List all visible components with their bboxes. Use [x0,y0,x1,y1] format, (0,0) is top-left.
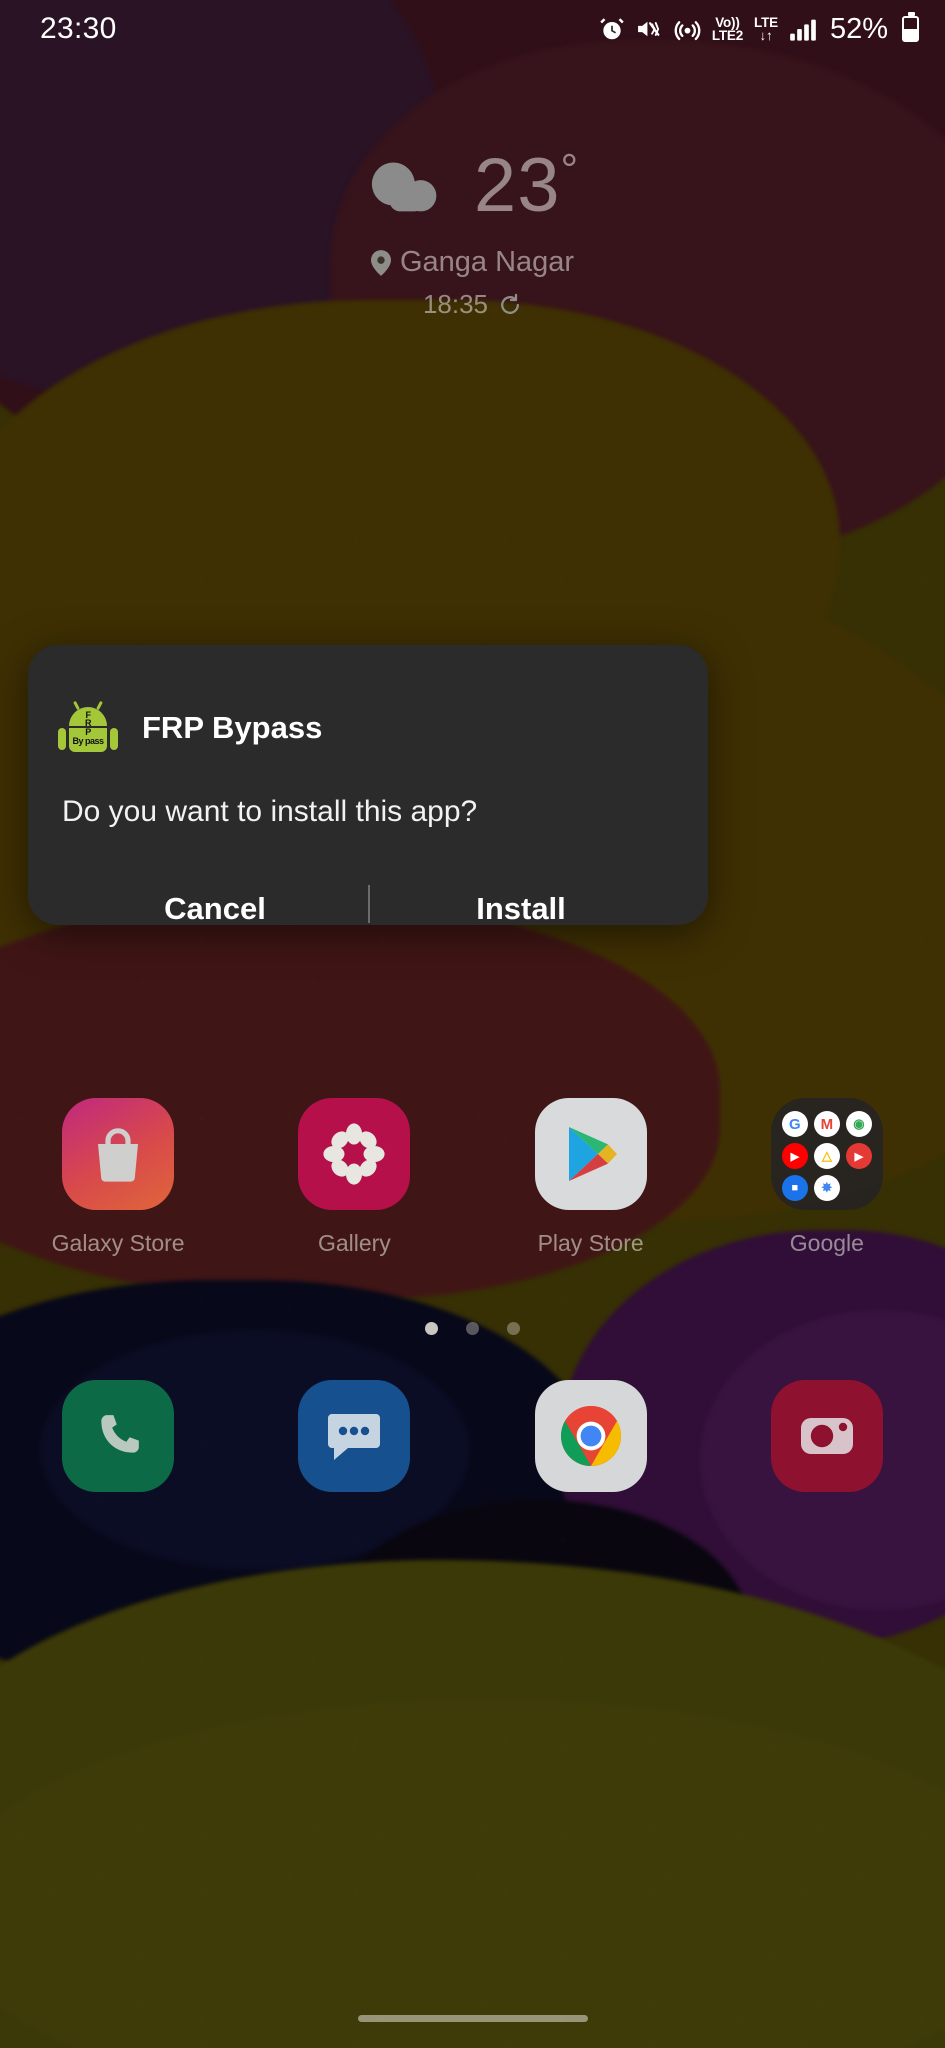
dock-item-messages[interactable] [236,1380,472,1492]
dialog-actions: Cancel Install [62,881,674,937]
weather-location-label: Ganga Nagar [399,246,575,278]
mini-icon-meet: ■ [781,1175,808,1201]
cancel-button[interactable]: Cancel [62,881,368,937]
overlay-line-4: By pass [72,735,104,746]
volte-bottom-label: LTE2 [711,28,744,43]
lte-label: LTE [754,14,778,30]
status-bar: 23:30 Vo)) LTE2 LTE ↓↑ 52% [0,0,945,58]
navigation-bar [0,1988,945,2048]
battery-icon [902,12,919,42]
app-label: Gallery [317,1230,391,1256]
gallery-icon[interactable] [298,1098,411,1210]
galaxy-store-icon[interactable] [62,1098,175,1210]
cloud-icon [371,162,437,212]
play-triangle-glyph [568,1127,617,1181]
page-dot-1[interactable] [425,1322,438,1335]
chrome-icon[interactable] [534,1380,647,1492]
mini-icon-gmail: M [813,1111,840,1137]
dialog-header: F R P By pass FRP Bypass [58,700,674,755]
app-label: Google [789,1230,864,1256]
messages-icon[interactable] [298,1380,411,1492]
weather-updated[interactable]: 18:35 [0,289,945,320]
dock-item-chrome[interactable] [473,1380,709,1492]
degree-symbol: ° [560,145,580,195]
weather-location: Ganga Nagar [0,246,945,279]
volte-icon: Vo)) LTE2 [711,14,744,43]
app-item-play-store[interactable]: Play Store [473,1098,709,1257]
mini-icon-photos: ✸ [813,1175,840,1201]
temperature-value: 23 [473,143,561,228]
app-label: Play Store [537,1230,644,1256]
status-clock: 23:30 [40,12,117,45]
phone-glyph [101,1415,139,1453]
dock [0,1380,945,1492]
shopping-bag-glyph [98,1128,139,1182]
android-home-screen: 23:30 Vo)) LTE2 LTE ↓↑ 52% 23° Ganga Nag… [0,0,945,2048]
weather-widget[interactable]: 23° Ganga Nagar 18:35 [0,148,945,320]
battery-fill [904,28,917,40]
app-label: Galaxy Store [51,1230,185,1256]
refresh-icon[interactable] [498,293,522,317]
google-folder-icon[interactable]: G M ◉ ▶ △ ▶ ■ ✸ [770,1098,883,1210]
robot-icon-text-overlay: F R P By pass [62,701,114,755]
dialog-message: Do you want to install this app? [62,795,478,828]
install-button[interactable]: Install [368,881,674,937]
mini-icon-drive: △ [813,1143,840,1169]
gesture-handle[interactable] [357,2014,588,2022]
android-robot-icon: F R P By pass [58,700,118,755]
mini-icon-play-movies: ▶ [845,1143,872,1169]
status-icons: Vo)) LTE2 LTE ↓↑ 52% [599,12,919,46]
hotspot-icon [674,20,701,40]
mini-icon-google-search: G [781,1111,808,1137]
alarm-icon [600,18,624,40]
weather-updated-time: 18:35 [422,289,489,319]
weather-main: 23° [0,148,945,224]
page-indicator [0,1322,945,1335]
camera-glyph [800,1418,853,1454]
mini-icon-youtube: ▶ [781,1143,808,1169]
volte-top-label: Vo)) [715,14,740,30]
location-pin-icon [370,249,391,276]
dock-item-phone[interactable] [0,1380,236,1492]
app-item-google-folder[interactable]: G M ◉ ▶ △ ▶ ■ ✸ Google [709,1098,945,1257]
dialog-button-divider [368,885,370,923]
phone-icon[interactable] [62,1380,175,1492]
dialog-app-name: FRP Bypass [142,710,323,745]
camera-icon[interactable] [770,1380,883,1492]
mini-icon-maps: ◉ [845,1111,872,1137]
app-item-galaxy-store[interactable]: Galaxy Store [0,1098,236,1257]
play-store-icon[interactable] [534,1098,647,1210]
lte-icon: LTE ↓↑ [754,14,778,43]
page-dot-2[interactable] [466,1322,479,1335]
app-grid-row: Galaxy Store Gallery Play Store G M ◉ ▶ … [0,1098,945,1257]
flower-glyph [323,1123,385,1185]
mute-vibrate-icon [637,21,660,37]
weather-temperature: 23° [474,148,579,224]
page-dot-3[interactable] [507,1322,520,1335]
message-bubble-glyph [328,1414,381,1460]
install-dialog: F R P By pass FRP Bypass Do you want to … [28,645,708,926]
lte-data-arrows: ↓↑ [759,28,773,43]
battery-percent-label: 52% [829,12,888,45]
dock-item-camera[interactable] [709,1380,945,1492]
app-item-gallery[interactable]: Gallery [236,1098,472,1257]
chrome-glyph [560,1406,621,1466]
signal-bars-icon [790,19,816,41]
